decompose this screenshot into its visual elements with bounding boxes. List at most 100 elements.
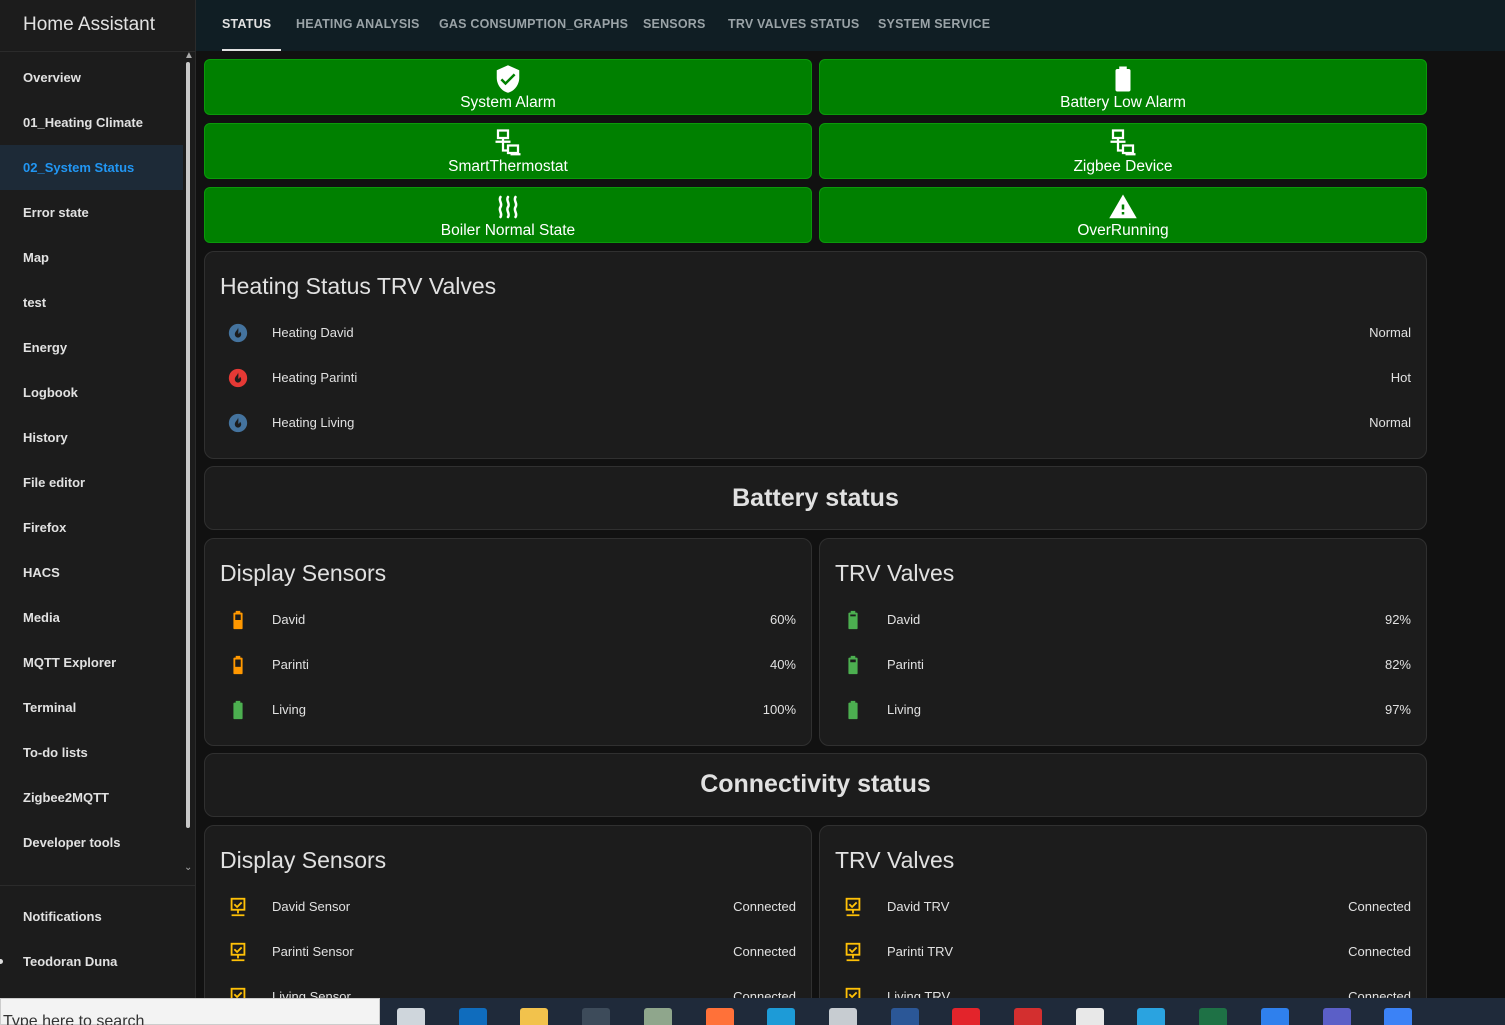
sidebar-item-terminal[interactable]: Terminal bbox=[0, 685, 183, 730]
entity-state: 82% bbox=[1384, 657, 1411, 672]
sidebar-item-02-system-status[interactable]: 02_System Status bbox=[0, 145, 183, 190]
entity-row[interactable]: Parinti Sensor Connected bbox=[205, 930, 811, 975]
entity-row[interactable]: Parinti 82% bbox=[820, 643, 1426, 688]
vscode-icon[interactable] bbox=[1260, 1008, 1289, 1025]
zigbee-device-button[interactable]: Zigbee Device bbox=[819, 123, 1427, 179]
sidebar-item-user[interactable]: Teodoran Duna bbox=[23, 954, 117, 969]
opera-icon[interactable] bbox=[952, 1008, 981, 1025]
photos-icon[interactable] bbox=[1384, 1008, 1413, 1025]
sidebar-item-01-heating-climate[interactable]: 01_Heating Climate bbox=[0, 100, 183, 145]
entity-row[interactable]: David Sensor Connected bbox=[205, 885, 811, 930]
notepad-icon[interactable] bbox=[643, 1008, 672, 1025]
entity-state: 100% bbox=[762, 702, 796, 717]
sidebar-item-hacs[interactable]: HACS bbox=[0, 550, 183, 595]
sidebar-nav: Overview 01_Heating Climate 02_System Stat… bbox=[0, 55, 183, 865]
entity-row[interactable]: Heating Living Normal bbox=[205, 401, 1426, 446]
user-avatar[interactable] bbox=[0, 959, 3, 964]
battery-status-header-card: Battery status bbox=[204, 466, 1427, 530]
entity-name: Living Sensor bbox=[272, 989, 351, 998]
warning-icon bbox=[1109, 194, 1137, 219]
sidebar-item-error-state[interactable]: Error state bbox=[0, 190, 183, 235]
battery-display-sensors-card: Display Sensors David 60% Parinti 40% Li… bbox=[204, 538, 812, 746]
entity-row[interactable]: Heating David Normal bbox=[205, 311, 1426, 356]
button-label: Zigbee Device bbox=[1073, 158, 1173, 175]
telegram-icon[interactable] bbox=[1137, 1008, 1166, 1025]
entity-row[interactable]: Living 97% bbox=[820, 688, 1426, 733]
entity-state: Connected bbox=[1348, 989, 1411, 998]
task-view-icon[interactable] bbox=[397, 1008, 425, 1025]
tab-heating-analysis[interactable]: HEATING ANALYSIS bbox=[296, 17, 420, 31]
sidebar-item-firefox[interactable]: Firefox bbox=[0, 505, 183, 550]
entity-state: Connected bbox=[733, 989, 796, 998]
entity-row[interactable]: Parinti 40% bbox=[205, 643, 811, 688]
excel-icon[interactable] bbox=[1199, 1008, 1228, 1025]
card-title: TRV Valves bbox=[835, 847, 955, 873]
sidebar-item-mqtt-explorer[interactable]: MQTT Explorer bbox=[0, 640, 183, 685]
entity-row[interactable]: David TRV Connected bbox=[820, 885, 1426, 930]
button-label: SmartThermostat bbox=[448, 158, 568, 175]
sidebar-item-zigbee2mqtt[interactable]: Zigbee2MQTT bbox=[0, 775, 183, 820]
entity-row[interactable]: Heating Parinti Hot bbox=[205, 356, 1426, 401]
sidebar-item-developer-tools[interactable]: Developer tools bbox=[0, 820, 183, 865]
firefox-icon[interactable] bbox=[705, 1008, 734, 1025]
terminal-icon[interactable] bbox=[582, 1008, 611, 1025]
smartthermostat-button[interactable]: SmartThermostat bbox=[204, 123, 812, 179]
entity-state: Connected bbox=[1348, 899, 1411, 914]
entity-row[interactable]: David 60% bbox=[205, 598, 811, 643]
tab-trv-valves-status[interactable]: TRV VALVES STATUS bbox=[728, 17, 859, 31]
tab-sensors[interactable]: SENSORS bbox=[643, 17, 706, 31]
chevron-up-icon[interactable]: ▲ bbox=[184, 50, 194, 61]
battery-icon bbox=[233, 700, 243, 720]
section-title: Battery status bbox=[732, 484, 899, 512]
sidebar-scrollbar[interactable] bbox=[186, 62, 190, 828]
word-icon[interactable] bbox=[890, 1008, 919, 1025]
entity-row[interactable]: Living TRV Connected bbox=[820, 975, 1426, 998]
tab-status[interactable]: STATUS bbox=[222, 17, 271, 31]
tab-system-service[interactable]: SYSTEM SERVICE bbox=[878, 17, 990, 31]
teams-icon[interactable] bbox=[1322, 1008, 1351, 1025]
chevron-down-icon[interactable]: ⌄ bbox=[184, 862, 192, 873]
lan-icon bbox=[1110, 129, 1136, 156]
paint-icon[interactable] bbox=[828, 1008, 857, 1025]
sidebar-item-test[interactable]: test bbox=[0, 280, 183, 325]
taskbar-search-box[interactable]: Type here to search bbox=[0, 998, 380, 1025]
entity-row[interactable]: Parinti TRV Connected bbox=[820, 930, 1426, 975]
sidebar-item-logbook[interactable]: Logbook bbox=[0, 370, 183, 415]
fire-circle-icon bbox=[228, 413, 248, 433]
battery-low-alarm-button[interactable]: Battery Low Alarm bbox=[819, 59, 1427, 115]
card-title: Heating Status TRV Valves bbox=[220, 273, 497, 299]
system-alarm-button[interactable]: System Alarm bbox=[204, 59, 812, 115]
connectivity-status-header-card: Connectivity status bbox=[204, 753, 1427, 817]
boiler-normal-state-button[interactable]: Boiler Normal State bbox=[204, 187, 812, 243]
sidebar-item-notifications[interactable]: Notifications bbox=[23, 909, 102, 924]
sidebar-item-file-editor[interactable]: File editor bbox=[0, 460, 183, 505]
sidebar-item-map[interactable]: Map bbox=[0, 235, 183, 280]
sidebar-item-energy[interactable]: Energy bbox=[0, 325, 183, 370]
sidebar-item-overview[interactable]: Overview bbox=[0, 55, 183, 100]
overrunning-button[interactable]: OverRunning bbox=[819, 187, 1427, 243]
entity-state: 60% bbox=[769, 612, 796, 627]
lan-connect-icon bbox=[845, 897, 861, 917]
search-placeholder: Type here to search bbox=[3, 1013, 145, 1025]
sidebar-item-media[interactable]: Media bbox=[0, 595, 183, 640]
entity-name: Living bbox=[272, 702, 306, 717]
vpn-icon[interactable] bbox=[1075, 1008, 1104, 1025]
entity-state: Connected bbox=[733, 899, 796, 914]
acrobat-icon[interactable] bbox=[1014, 1008, 1042, 1025]
entity-row[interactable]: Living Sensor Connected bbox=[205, 975, 811, 998]
entity-row[interactable]: David 92% bbox=[820, 598, 1426, 643]
sidebar-item-to-do-lists[interactable]: To-do lists bbox=[0, 730, 183, 775]
battery-trv-valves-card: TRV Valves David 92% Parinti 82% Living … bbox=[819, 538, 1427, 746]
entity-state: Hot bbox=[1390, 370, 1411, 385]
tab-gas-consumption-graphs[interactable]: GAS CONSUMPTION_GRAPHS bbox=[439, 17, 628, 31]
edge-icon[interactable] bbox=[767, 1008, 796, 1025]
sidebar-item-history[interactable]: History bbox=[0, 415, 183, 460]
entity-row[interactable]: Living 100% bbox=[205, 688, 811, 733]
button-label: System Alarm bbox=[460, 94, 556, 111]
outlook-icon[interactable] bbox=[458, 1008, 487, 1025]
view-tabs-bar: STATUS HEATING ANALYSIS GAS CONSUMPTION_… bbox=[196, 0, 1505, 51]
button-label: OverRunning bbox=[1077, 222, 1169, 239]
entity-state: Normal bbox=[1369, 415, 1411, 430]
shield-check-icon bbox=[496, 65, 520, 93]
file-explorer-icon[interactable] bbox=[520, 1008, 549, 1025]
